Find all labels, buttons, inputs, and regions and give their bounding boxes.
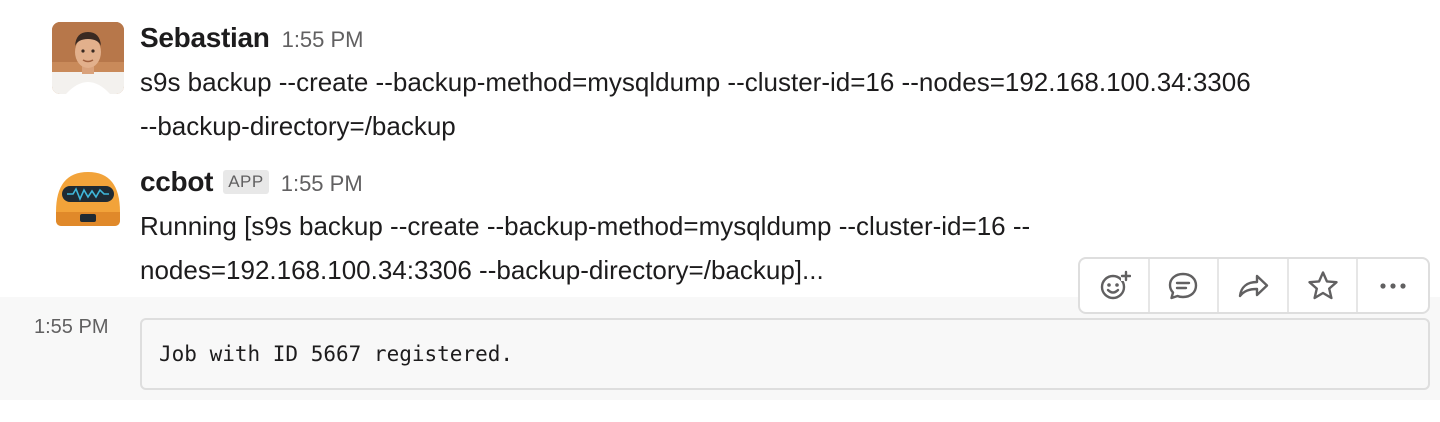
message-text-line: Running [s9s backup --create --backup-me… (140, 211, 1031, 241)
code-block: Job with ID 5667 registered. (140, 318, 1430, 390)
robot-icon (52, 166, 124, 238)
avatar[interactable] (52, 166, 124, 238)
user-photo-icon (52, 22, 124, 94)
app-badge: APP (223, 170, 269, 194)
message-text-line: nodes=192.168.100.34:3306 --backup-direc… (140, 255, 824, 285)
save-star-button[interactable] (1289, 259, 1359, 312)
more-icon (1380, 282, 1406, 289)
sender-name[interactable]: Sebastian (140, 22, 270, 54)
message-text-line: s9s backup --create --backup-method=mysq… (140, 67, 1251, 97)
sender-name[interactable]: ccbot (140, 166, 213, 198)
star-icon (1307, 270, 1338, 299)
message-timestamp[interactable]: 1:55 PM (282, 27, 364, 53)
message-text-line: --backup-directory=/backup (140, 111, 456, 141)
share-icon (1238, 274, 1269, 297)
message-actions-toolbar (1078, 257, 1430, 314)
message-timestamp[interactable]: 1:55 PM (281, 171, 363, 197)
avatar[interactable] (52, 22, 124, 94)
hover-timestamp[interactable]: 1:55 PM (34, 316, 108, 339)
code-text: Job with ID 5667 registered. (159, 342, 514, 366)
reply-in-thread-button[interactable] (1150, 259, 1220, 312)
more-actions-button[interactable] (1358, 259, 1428, 312)
add-reaction-icon (1100, 270, 1131, 299)
reply-thread-icon (1169, 272, 1198, 299)
share-message-button[interactable] (1219, 259, 1289, 312)
add-reaction-button[interactable] (1080, 259, 1150, 312)
